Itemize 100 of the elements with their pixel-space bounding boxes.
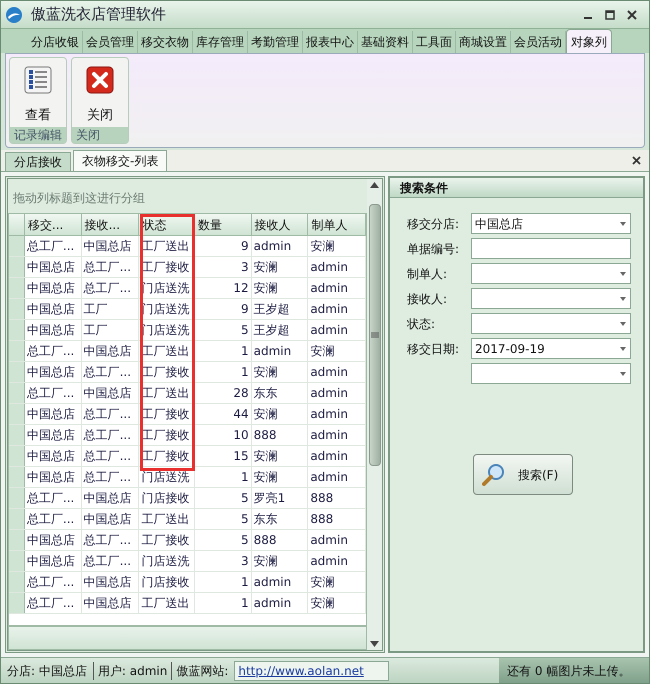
close-icon[interactable] (627, 10, 637, 20)
table-cell: 总工厂... (82, 551, 140, 571)
table-cell: 总工厂... (82, 278, 140, 298)
row-indicator[interactable] (9, 404, 25, 424)
row-indicator[interactable] (9, 362, 25, 382)
column-header[interactable]: 接收人 (252, 214, 308, 235)
table-cell: 5 (194, 530, 252, 550)
table-cell: 安澜 (252, 404, 308, 424)
scrollbar-thumb[interactable] (368, 204, 380, 466)
row-indicator[interactable] (9, 593, 25, 613)
list-icon (24, 66, 52, 94)
search-icon (482, 462, 506, 486)
table-cell: 工厂 (82, 299, 140, 319)
table-cell: 888 (308, 488, 366, 508)
table-cell: 44 (194, 404, 252, 424)
column-header[interactable]: 移交... (24, 214, 82, 235)
table-cell: 东东 (252, 383, 308, 403)
panel-title: 搜索条件 (390, 178, 643, 198)
dropdown-arrow-icon (620, 372, 626, 376)
input-field[interactable] (471, 238, 631, 259)
table-cell: admin (252, 593, 308, 613)
table-cell: 中国总店 (24, 425, 82, 445)
row-indicator[interactable] (9, 425, 25, 445)
table-cell: 总工厂... (82, 467, 140, 487)
app-logo-icon (5, 6, 23, 24)
scroll-down-icon[interactable] (370, 641, 379, 647)
column-header[interactable]: 制单人 (308, 214, 366, 235)
table-cell: 中国总店 (24, 299, 82, 319)
dropdown-arrow-icon (620, 322, 626, 326)
dropdown-field[interactable]: 2017-09-19 (471, 338, 631, 359)
table-cell: 总工厂... (24, 383, 82, 403)
table-cell: 安澜 (252, 278, 308, 298)
table-cell: 888 (308, 509, 366, 529)
dropdown-arrow-icon (620, 272, 626, 276)
row-indicator[interactable] (9, 509, 25, 529)
search-button[interactable]: 搜索(F) (473, 454, 573, 495)
row-indicator[interactable] (9, 257, 25, 277)
scroll-up-icon[interactable] (370, 182, 379, 188)
table-cell: 中国总店 (82, 593, 140, 613)
row-indicator[interactable] (9, 236, 25, 256)
column-header[interactable]: 数量 (194, 214, 252, 235)
website-link[interactable]: http://www.aolan.net (234, 660, 390, 680)
row-indicator[interactable] (9, 299, 25, 319)
row-indicator[interactable] (9, 278, 25, 298)
close-icon[interactable] (632, 156, 641, 165)
menu-tab[interactable]: 对象列 (566, 29, 612, 53)
table-cell: 门店送洗 (139, 551, 195, 571)
table-cell: admin (308, 278, 366, 298)
row-indicator[interactable] (9, 383, 25, 403)
table-cell: 总工厂... (24, 572, 82, 592)
table-cell: 9 (194, 299, 252, 319)
ribbon-button[interactable]: 查看 (14, 58, 62, 127)
dropdown-field[interactable] (471, 288, 631, 309)
table-cell: 安澜 (308, 593, 366, 613)
row-indicator[interactable] (9, 551, 25, 571)
document-tab[interactable]: 衣物移交-列表 (73, 150, 168, 171)
vertical-scrollbar[interactable] (367, 179, 382, 650)
table-cell: 总工厂... (82, 530, 140, 550)
row-indicator[interactable] (9, 572, 25, 592)
table-cell: 门店接收 (139, 488, 195, 508)
dropdown-field[interactable] (471, 263, 631, 284)
row-indicator[interactable] (9, 530, 25, 550)
table-cell: 王岁超 (252, 320, 308, 340)
group-label: 记录编辑 (10, 127, 66, 143)
table-cell: admin (252, 572, 308, 592)
table-cell: 888 (252, 530, 308, 550)
table-cell: 总工厂... (24, 509, 82, 529)
table-cell: 中国总店 (82, 341, 140, 361)
row-indicator[interactable] (9, 488, 25, 508)
table-cell: 安澜 (308, 572, 366, 592)
table-cell: 安澜 (252, 467, 308, 487)
table-cell: admin (308, 257, 366, 277)
table-cell: 中国总店 (24, 446, 82, 466)
ribbon-button[interactable]: 关闭 (76, 58, 124, 127)
table-cell: 1 (194, 572, 252, 592)
table-cell: 安澜 (308, 236, 366, 256)
dropdown-field[interactable]: 中国总店 (471, 213, 631, 234)
dropdown-field[interactable] (471, 363, 631, 384)
dropdown-field[interactable] (471, 313, 631, 334)
maximize-icon[interactable] (605, 10, 615, 20)
table-cell: 门店接收 (139, 572, 195, 592)
table-cell: 东东 (252, 509, 308, 529)
row-indicator[interactable] (9, 446, 25, 466)
column-header[interactable]: 状态 (139, 214, 195, 235)
table-cell: 1 (194, 362, 252, 382)
table-cell: 888 (252, 425, 308, 445)
table-cell: 1 (194, 467, 252, 487)
table-cell: admin (308, 299, 366, 319)
dropdown-arrow-icon (620, 346, 626, 350)
row-indicator[interactable] (9, 320, 25, 340)
column-header[interactable]: 接收... (82, 214, 140, 235)
document-tab[interactable]: 分店接收 (5, 152, 71, 171)
table-cell: 安澜 (308, 341, 366, 361)
table-cell: 总工厂... (24, 593, 82, 613)
table-cell: 工厂 (82, 320, 140, 340)
row-indicator[interactable] (9, 341, 25, 361)
table-cell: admin (308, 530, 366, 550)
table-cell: 总工厂... (82, 257, 140, 277)
table-cell: 3 (194, 257, 252, 277)
row-indicator[interactable] (9, 467, 25, 487)
